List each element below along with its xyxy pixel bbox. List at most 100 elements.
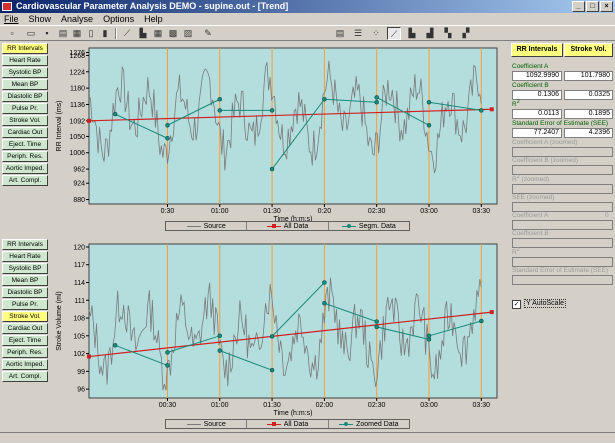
segment-point	[165, 136, 170, 141]
see-zoomed-label: SEE (zoomed)	[512, 194, 555, 201]
y-tick-label: 962	[73, 167, 85, 174]
param-button[interactable]: Cardiac Out	[2, 323, 48, 334]
table-view-icon[interactable]: ▤	[333, 27, 347, 40]
param-button[interactable]: Eject. Time	[2, 139, 48, 150]
segment-point	[165, 350, 170, 355]
legend-all-data: All Data	[283, 420, 309, 428]
segment-point	[426, 99, 432, 105]
segment-point	[322, 97, 327, 102]
sv-chart-legend: Source All Data Zoomed Data	[165, 419, 410, 429]
y-tick-label: 1276	[69, 50, 85, 57]
see-2-label: Standard Error of Estimate (SEE)	[512, 267, 609, 274]
param-button[interactable]: Diastolic BP	[2, 287, 48, 298]
segment-point	[112, 343, 118, 348]
param-button[interactable]: Pulse Pr.	[2, 299, 48, 310]
param-button[interactable]: Systolic BP	[2, 263, 48, 274]
status-bar	[0, 432, 615, 443]
y-autoscale-label[interactable]: Y AutoScale	[524, 299, 567, 308]
colour-view-icon[interactable]: ▞	[459, 27, 473, 40]
save-icon[interactable]: ▪	[40, 27, 54, 40]
legend-all-data: All Data	[283, 222, 309, 230]
spectrum-view-icon[interactable]: ▟	[423, 27, 437, 40]
x-tick-label: 03:00	[420, 402, 438, 409]
y-tick-label: 108	[73, 316, 85, 323]
menu-file[interactable]: File	[4, 13, 19, 25]
stats-view-icon[interactable]: ▚	[441, 27, 455, 40]
x-axis-label: Time (h:m:s)	[273, 410, 312, 417]
top-parameter-list: RR Intervals Heart Rate Systolic BP Mean BP…	[2, 43, 48, 187]
bottom-parameter-list: RR Intervals Heart Rate Systolic BP Mean BP…	[2, 239, 48, 383]
y-tick-label: 1136	[70, 102, 85, 109]
minimize-button[interactable]: _	[572, 1, 585, 12]
menu-help[interactable]: Help	[144, 13, 163, 25]
param-button[interactable]: Heart Rate	[2, 55, 48, 66]
param-button[interactable]: RR Intervals	[2, 239, 48, 250]
paste-icon[interactable]: ▮	[98, 27, 112, 40]
param-button[interactable]: Art. Compl.	[2, 371, 48, 382]
stroke-volume-plot[interactable]: 96 99 102 105 108 111 114 117 120 00:30 01:00 01:30…	[50, 240, 505, 418]
menu-show[interactable]: Show	[29, 13, 52, 25]
x-tick-label: 02:30	[368, 208, 386, 215]
new-icon[interactable]: ▫	[5, 27, 19, 40]
header-rr-intervals: RR Intervals	[511, 43, 563, 57]
segment-point	[165, 363, 170, 368]
param-button[interactable]: Art. Compl.	[2, 175, 48, 186]
x-tick-label: 03:30	[473, 402, 491, 409]
maximize-button[interactable]: □	[586, 1, 599, 12]
r2-2-box	[512, 257, 613, 267]
param-button[interactable]: Aortic Imped.	[2, 359, 48, 370]
x-tick-label: 0:20	[318, 208, 332, 215]
coef-a-2-label: Coefficient A	[512, 212, 549, 219]
y-tick-label: 96	[77, 387, 85, 394]
line-tool-icon[interactable]: ⟋	[120, 27, 134, 40]
coef-a-2-value: 0	[605, 212, 609, 219]
param-button[interactable]: Periph. Res.	[2, 347, 48, 358]
app-icon	[2, 2, 12, 11]
list-view-icon[interactable]: ☰	[351, 27, 365, 40]
segment-point	[217, 348, 223, 353]
print-icon[interactable]: ▤	[56, 27, 70, 40]
r2-rr: 0.0113	[512, 109, 562, 119]
param-button[interactable]: Mean BP	[2, 275, 48, 286]
param-button[interactable]: Aortic Imped.	[2, 163, 48, 174]
param-button[interactable]: Diastolic BP	[2, 91, 48, 102]
param-button[interactable]: Stroke Vol.	[2, 311, 48, 322]
close-button[interactable]: ×	[600, 1, 613, 12]
scatter-view-icon[interactable]: ⁘	[369, 27, 383, 40]
rr-interval-plot[interactable]: 8809249621006105010921136118012241268127…	[50, 44, 505, 224]
menu-bar: File Show Analyse Options Help	[0, 13, 615, 25]
menu-analyse[interactable]: Analyse	[61, 13, 93, 25]
param-button[interactable]: Periph. Res.	[2, 151, 48, 162]
y-tick-label: 102	[73, 351, 85, 358]
y-tick-label: 105	[73, 333, 85, 340]
segment-point	[217, 108, 223, 113]
y-tick-label: 1092	[69, 118, 85, 125]
param-button[interactable]: Systolic BP	[2, 67, 48, 78]
print-preview-icon[interactable]: ▦	[70, 27, 84, 40]
param-button[interactable]: Heart Rate	[2, 251, 48, 262]
copy-icon[interactable]: ▯	[84, 27, 98, 40]
segment-point	[322, 280, 327, 285]
trend-view-icon[interactable]: ⟋	[387, 27, 401, 40]
param-button[interactable]: Cardiac Out	[2, 127, 48, 138]
y-tick-label: 924	[73, 181, 85, 188]
y-autoscale-checkbox[interactable]: ✓	[512, 300, 521, 309]
y-tick-label: 111	[74, 298, 85, 305]
param-button[interactable]: Stroke Vol.	[2, 115, 48, 126]
grid-tool-icon[interactable]: ▦	[151, 27, 165, 40]
table-tool-icon[interactable]: ▩	[166, 27, 180, 40]
segment-point	[269, 108, 275, 113]
histogram-view-icon[interactable]: ▙	[405, 27, 419, 40]
coef-a-zoomed-value	[512, 147, 613, 157]
param-button[interactable]: RR Intervals	[2, 43, 48, 54]
export-icon[interactable]: ▨	[181, 27, 195, 40]
menu-options[interactable]: Options	[103, 13, 134, 25]
open-icon[interactable]: ▭	[24, 27, 38, 40]
segment-point	[112, 111, 118, 117]
param-button[interactable]: Eject. Time	[2, 335, 48, 346]
param-button[interactable]: Mean BP	[2, 79, 48, 90]
coef-b-label: Coefficient B	[512, 82, 549, 89]
bar-tool-icon[interactable]: ▙	[136, 27, 150, 40]
param-button[interactable]: Pulse Pr.	[2, 103, 48, 114]
marker-icon[interactable]: ✎	[201, 27, 215, 40]
